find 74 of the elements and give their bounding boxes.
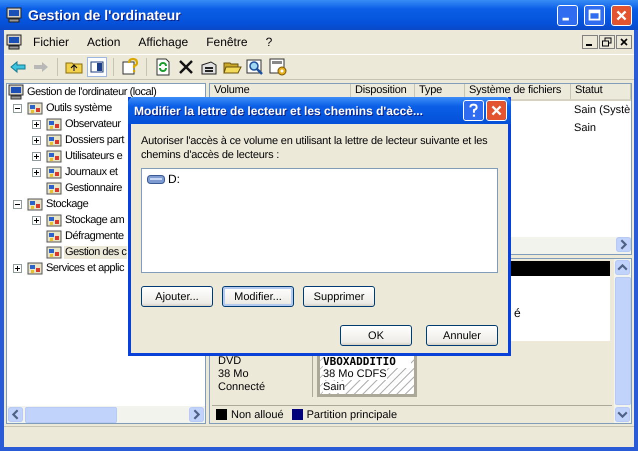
help-icon[interactable] [120,57,140,77]
snap-in-icon [46,228,62,244]
tree-item[interactable]: Outils système [45,102,113,114]
dialog-text: Autoriser l'accès à ce volume en utilisant la lettre de lecteur suivante et les chemins d'accès de lecteurs : [141,134,488,162]
scroll-down-icon[interactable] [615,407,630,422]
maximize-button[interactable] [584,4,605,26]
magnifier-icon[interactable] [245,57,265,77]
snap-in-icon [46,244,62,260]
snap-in-icon [46,180,62,196]
snap-in-icon [46,132,62,148]
dialog-button[interactable]: Supprimer [303,286,375,307]
table-cell: Sain (Systè [574,104,630,116]
scroll-thumb[interactable] [25,406,117,422]
tree-item[interactable]: Gestionnaire [64,182,123,194]
tree-item[interactable]: Gestion de l'ordinateur (local) [26,86,158,98]
tree-item[interactable]: Observateur [64,118,122,130]
help-button[interactable] [463,100,484,121]
snap-in-icon [27,260,43,276]
dialog-button[interactable]: Modifier... [222,286,294,307]
collapse-icon[interactable] [13,200,22,208]
scroll-right-icon[interactable] [616,237,631,252]
tree-item[interactable]: Services et applic [45,262,126,274]
list-item[interactable]: D: [167,172,181,186]
window-title: Gestion de l'ordinateur [28,7,182,23]
tree-item[interactable]: Stockage [45,198,90,210]
tree-toggle-icon[interactable] [87,57,107,77]
snap-in-icon [46,212,62,228]
snap-in-icon [46,116,62,132]
scroll-left-icon[interactable] [8,407,23,422]
dialog-button[interactable]: OK [340,325,412,346]
dialog-title: Modifier la lettre de lecteur et les chemins d'accè... [134,104,424,118]
volume-block[interactable]: VBOXADDITIO 38 Mo CDFS Sain [317,353,417,397]
scroll-up-icon[interactable] [615,260,630,275]
vertical-scrollbar[interactable] [614,259,631,423]
computer-icon [6,7,22,23]
snap-in-icon [46,164,62,180]
menu-item[interactable]: Fichier [26,33,76,51]
menu-item[interactable]: Fenêtre [199,33,255,51]
horizontal-scrollbar[interactable] [7,406,205,423]
path-list[interactable]: D: [141,168,498,273]
collapse-icon[interactable] [13,104,22,112]
close-button[interactable] [616,35,632,49]
dialog-button[interactable]: Ajouter... [141,286,213,307]
menu-item[interactable]: Affichage [131,33,196,51]
snap-in-icon [27,100,43,116]
expand-icon[interactable] [32,168,41,176]
scroll-thumb[interactable] [614,277,630,405]
partition-text: é [514,306,521,320]
drive-icon [147,174,165,184]
scroll-right-icon[interactable] [189,407,204,422]
tree-item[interactable]: Utilisateurs e [64,150,124,162]
tree-item[interactable]: Défragmente [64,230,125,242]
computer-icon[interactable] [6,34,22,50]
menu-item[interactable]: ? [258,33,280,51]
menu-item[interactable]: Action [80,33,128,51]
restore-button[interactable] [599,35,615,49]
computer-icon [8,84,24,100]
tree-item[interactable]: Gestion des c [64,246,128,258]
legend-label: Partition principale [306,408,398,420]
legend-label: Non alloué [231,408,284,420]
tree-item[interactable]: Journaux et [64,166,119,178]
expand-icon[interactable] [13,264,22,272]
snap-in-icon [27,196,43,212]
snap-in-icon [46,148,62,164]
tree-item[interactable]: Stockage am [64,214,126,226]
table-cell: Sain [574,122,596,134]
expand-icon[interactable] [32,152,41,160]
expand-icon[interactable] [32,120,41,128]
minimize-button[interactable] [582,35,598,49]
tree-item[interactable]: Dossiers part [64,134,125,146]
dialog-button[interactable]: Annuler [426,325,498,346]
column-header[interactable]: Statut [571,84,631,99]
expand-icon[interactable] [32,136,41,144]
expand-icon[interactable] [32,216,41,224]
